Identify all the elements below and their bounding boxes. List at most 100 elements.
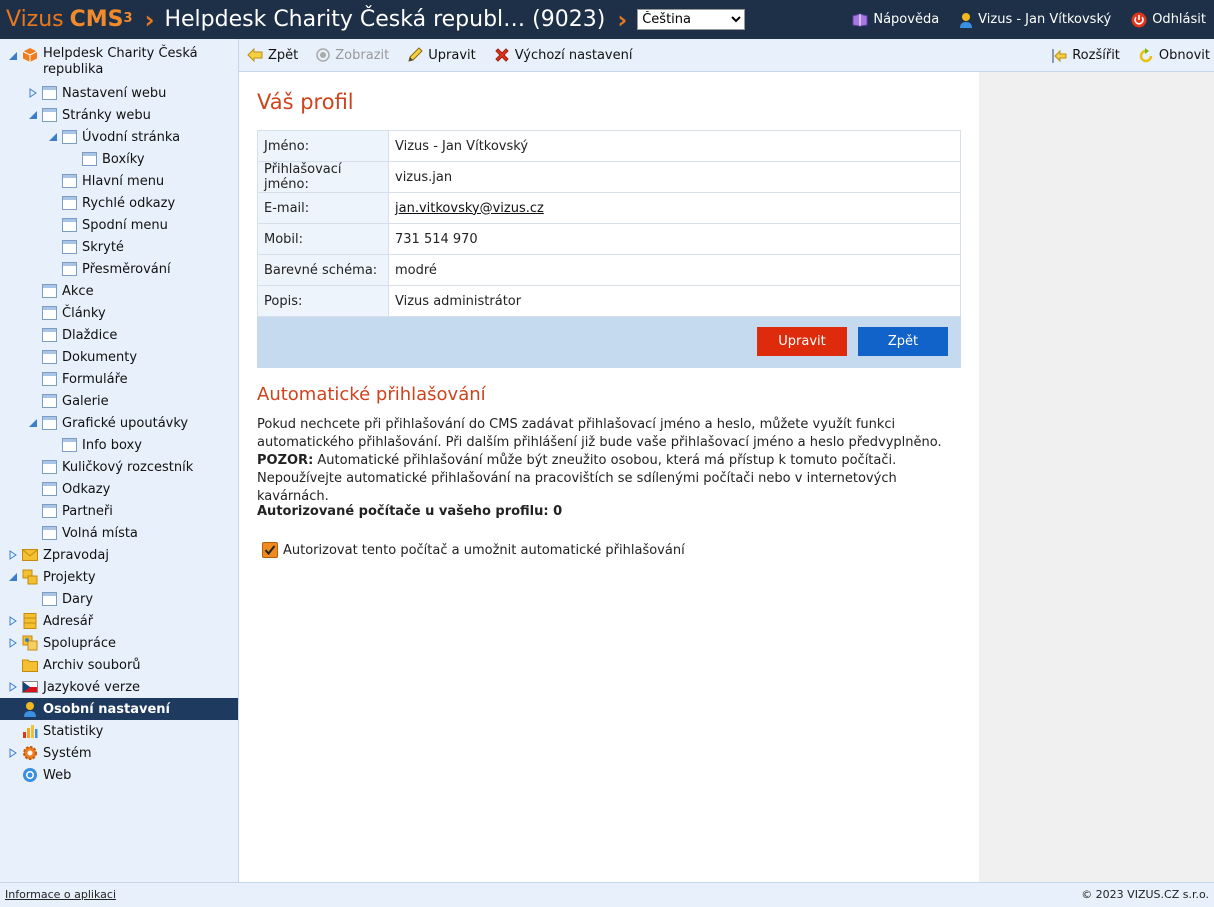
address-book-icon <box>22 613 38 629</box>
page-title: Váš profil <box>257 90 354 114</box>
sidebar-item-archiv-souboru[interactable]: Archiv souborů <box>22 654 141 676</box>
sidebar-item-volna-mista[interactable]: Volná místa <box>42 522 138 544</box>
sidebar-item-label: Stránky webu <box>62 107 151 123</box>
field-value: 731 514 970 <box>388 223 961 255</box>
sidebar-item-label: Volná místa <box>62 525 138 541</box>
defaults-label: Výchozí nastavení <box>514 47 633 63</box>
sidebar-item-spodni-menu[interactable]: Spodní menu <box>62 214 168 236</box>
app-info-link[interactable]: Informace o aplikaci <box>5 888 116 901</box>
sidebar-item-web[interactable]: Web <box>22 764 71 786</box>
field-value: Vizus - Jan Vítkovský <box>388 130 961 162</box>
page-icon <box>42 526 57 540</box>
sidebar-item-partneri[interactable]: Partneři <box>42 500 113 522</box>
back-button[interactable]: Zpět <box>247 48 298 63</box>
sidebar-item-presmerovani[interactable]: Přesměrování <box>62 258 171 280</box>
view-button[interactable]: Zobrazit <box>316 48 389 63</box>
sidebar-item-label: Dokumenty <box>62 349 138 365</box>
sidebar-item-jazykove-verze[interactable]: Jazykové verze <box>8 676 140 698</box>
language-select[interactable]: Čeština <box>637 9 746 30</box>
email-link[interactable]: jan.vitkovsky@vizus.cz <box>395 201 544 216</box>
sidebar-item-dary[interactable]: Dary <box>42 588 93 610</box>
sidebar-item-statistiky[interactable]: Statistiky <box>22 720 103 742</box>
edit-profile-button[interactable]: Upravit <box>757 327 847 356</box>
logout-link[interactable]: Odhlásit <box>1131 12 1206 28</box>
field-label: Barevné schéma: <box>257 254 389 286</box>
sidebar-item-galerie[interactable]: Galerie <box>42 390 109 412</box>
brand-logo[interactable]: Vizus CMS 3 <box>6 7 133 32</box>
back-label: Zpět <box>268 47 299 63</box>
user-link[interactable]: Vizus - Jan Vítkovský <box>959 12 1111 28</box>
sidebar-item-clanky[interactable]: Články <box>42 302 106 324</box>
sidebar-item-adresar[interactable]: Adresář <box>8 610 93 632</box>
sidebar-item-dlazdice[interactable]: Dlaždice <box>42 324 117 346</box>
sidebar-item-formulare[interactable]: Formuláře <box>42 368 128 390</box>
sidebar-item-uvodni-stranka[interactable]: Úvodní stránka <box>48 126 180 148</box>
sidebar-item-graficke-upoutavky[interactable]: Grafické upoutávky <box>28 412 188 434</box>
expanded-arrow-icon[interactable] <box>8 51 18 61</box>
edit-button[interactable]: Upravit <box>407 47 476 63</box>
sidebar-item-root[interactable]: Helpdesk Charity Česká republika <box>8 46 198 80</box>
sidebar-item-hlavni-menu[interactable]: Hlavní menu <box>62 170 164 192</box>
sidebar-item-system[interactable]: Systém <box>8 742 91 764</box>
collapsed-arrow-icon[interactable] <box>8 616 18 626</box>
sidebar-item-label: Hlavní menu <box>82 173 165 189</box>
defaults-button[interactable]: Výchozí nastavení <box>494 47 633 63</box>
sidebar-item-skryte[interactable]: Skryté <box>62 236 124 258</box>
page-icon <box>62 196 77 210</box>
sidebar-item-label: Helpdesk Charity Česká republika <box>43 46 198 77</box>
sidebar-item-label: Zpravodaj <box>43 547 109 563</box>
collapsed-arrow-icon[interactable] <box>8 748 18 758</box>
sidebar-item-stranky-webu[interactable]: Stránky webu <box>28 104 151 126</box>
collapsed-arrow-icon[interactable] <box>8 550 18 560</box>
site-title[interactable]: Helpdesk Charity Česká republ… (9023) <box>164 7 605 32</box>
edit-label: Upravit <box>428 47 476 63</box>
table-row: Barevné schéma: modré <box>257 254 961 286</box>
sidebar-item-kulickovy-rozcestnik[interactable]: Kuličkový rozcestník <box>42 456 193 478</box>
page-icon <box>42 460 57 474</box>
right-panel <box>979 72 1214 882</box>
collapsed-arrow-icon[interactable] <box>28 88 38 98</box>
help-link[interactable]: Nápověda <box>852 12 939 27</box>
authorize-checkbox[interactable] <box>262 542 278 558</box>
sidebar-item-label: Formuláře <box>62 371 128 387</box>
brand-product: CMS <box>69 7 124 32</box>
authorized-count: Autorizované počítače u vašeho profilu: … <box>257 504 563 519</box>
sidebar-item-osobni-nastaveni[interactable]: Osobní nastavení <box>0 698 238 720</box>
expand-button[interactable]: Rozšířit <box>1051 48 1120 64</box>
sidebar-item-label: Odkazy <box>62 481 111 497</box>
page-icon <box>82 152 97 166</box>
refresh-button[interactable]: Obnovit <box>1138 47 1210 64</box>
sidebar-item-rychle-odkazy[interactable]: Rychlé odkazy <box>62 192 175 214</box>
table-row: Jméno: Vizus - Jan Vítkovský <box>257 130 961 162</box>
page-icon <box>62 438 77 452</box>
sidebar-item-nastaveni-webu[interactable]: Nastavení webu <box>28 82 166 104</box>
sidebar-item-label: Kuličkový rozcestník <box>62 459 194 475</box>
table-row: Popis: Vizus administrátor <box>257 285 961 317</box>
expanded-arrow-icon[interactable] <box>28 110 38 120</box>
collapsed-arrow-icon[interactable] <box>8 682 18 692</box>
sidebar-item-info-boxy[interactable]: Info boxy <box>62 434 142 456</box>
page-icon <box>42 394 57 408</box>
copyright: © 2023 VIZUS.CZ s.r.o. <box>1081 888 1209 901</box>
back-profile-button[interactable]: Zpět <box>858 327 948 356</box>
envelope-icon <box>22 547 38 563</box>
field-label: Mobil: <box>257 223 389 255</box>
expanded-arrow-icon[interactable] <box>48 132 58 142</box>
authorize-checkbox-label[interactable]: Autorizovat tento počítač a umožnit auto… <box>283 543 685 558</box>
expanded-arrow-icon[interactable] <box>28 418 38 428</box>
sidebar-item-akce[interactable]: Akce <box>42 280 94 302</box>
page-icon <box>42 328 57 342</box>
sidebar-item-spoluprace[interactable]: Spolupráce <box>8 632 116 654</box>
sidebar-item-boxiky[interactable]: Boxíky <box>82 148 145 170</box>
sidebar-item-label: Spodní menu <box>82 217 168 233</box>
authorize-checkbox-row[interactable]: Autorizovat tento počítač a umožnit auto… <box>262 542 685 558</box>
expanded-arrow-icon[interactable] <box>8 572 18 582</box>
main-content: Váš profil Jméno: Vizus - Jan Vítkovský … <box>239 72 979 882</box>
collapsed-arrow-icon[interactable] <box>8 638 18 648</box>
field-value: modré <box>388 254 961 286</box>
sidebar-item-dokumenty[interactable]: Dokumenty <box>42 346 137 368</box>
sidebar-item-projekty[interactable]: Projekty <box>8 566 96 588</box>
sidebar-item-odkazy[interactable]: Odkazy <box>42 478 110 500</box>
pencil-icon <box>408 47 423 62</box>
sidebar-item-zpravodaj[interactable]: Zpravodaj <box>8 544 109 566</box>
